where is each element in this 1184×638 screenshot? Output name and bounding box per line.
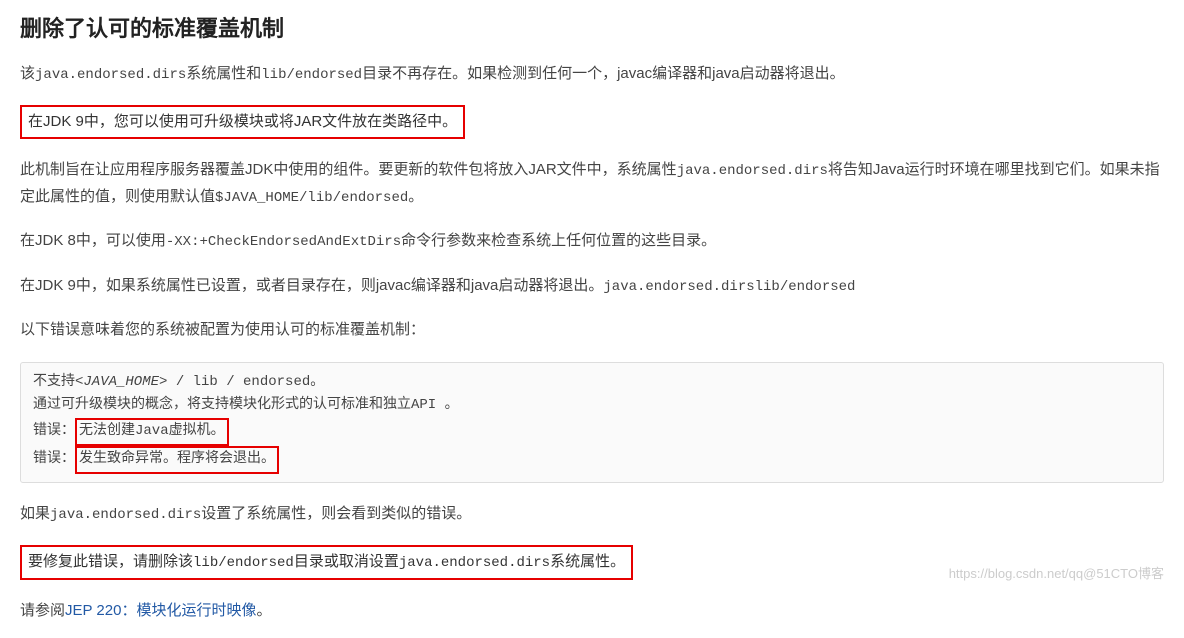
inline-code: java.endorsed.dirs (35, 67, 186, 83)
paragraph-5: 以下错误意味着您的系统被配置为使用认可的标准覆盖机制： (20, 317, 1164, 343)
inline-code: java.endorsed.dirslib/endorsed (603, 279, 855, 295)
section-heading: 删除了认可的标准覆盖机制 (20, 10, 1164, 49)
text: 。 (256, 602, 271, 619)
text: 该 (20, 65, 35, 82)
paragraph-7: 请参阅JEP 220：模块化运行时映像。 (20, 598, 1164, 624)
error-highlight: 发生致命异常。程序将会退出。 (75, 446, 279, 474)
text: 如果 (20, 505, 50, 522)
paragraph-1: 该java.endorsed.dirs系统属性和lib/endorsed目录不再… (20, 61, 1164, 88)
code-line: 不支持<JAVA_HOME> / lib / endorsed。 (33, 371, 1151, 395)
code-line: 通过可升级模块的概念，将支持模块化形式的认可标准和独立API 。 (33, 394, 1151, 418)
paragraph-6: 如果java.endorsed.dirs设置了系统属性，则会看到类似的错误。 (20, 501, 1164, 528)
inline-code: lib/endorsed (261, 67, 362, 83)
inline-code: java.endorsed.dirs (677, 163, 828, 179)
inline-code: java.endorsed.dirs (399, 555, 550, 571)
text: 错误： (33, 423, 75, 439)
text: 。 (408, 188, 423, 205)
text: 此机制旨在让应用程序服务器覆盖JDK中使用的组件。要更新的软件包将放入JAR文件… (20, 161, 677, 178)
text: 系统属性和 (186, 65, 261, 82)
inline-code: java.endorsed.dirs (50, 507, 201, 523)
code-italic: <JAVA_HOME> (75, 374, 167, 390)
watermark: https://blog.csdn.net/qq@51CTO博客 (949, 563, 1164, 586)
text: 不支持 (33, 374, 75, 390)
paragraph-3: 在JDK 8中，可以使用-XX:+CheckEndorsedAndExtDirs… (20, 228, 1164, 255)
inline-code: lib/endorsed (193, 555, 294, 571)
error-highlight: 无法创建Java虚拟机。 (75, 418, 229, 446)
text: / lib / endorsed。 (167, 374, 324, 390)
text: 设置了系统属性，则会看到类似的错误。 (201, 505, 471, 522)
text: 目录或取消设置 (294, 553, 399, 570)
highlight-box-2: 要修复此错误，请删除该lib/endorsed目录或取消设置java.endor… (20, 545, 633, 580)
paragraph-4: 在JDK 9中，如果系统属性已设置，或者目录存在，则javac编译器和java启… (20, 273, 1164, 300)
inline-code: $JAVA_HOME/lib/endorsed (215, 190, 408, 206)
paragraph-2: 此机制旨在让应用程序服务器覆盖JDK中使用的组件。要更新的软件包将放入JAR文件… (20, 157, 1164, 210)
highlight-box-1: 在JDK 9中，您可以使用可升级模块或将JAR文件放在类路径中。 (20, 105, 465, 139)
jep-link[interactable]: JEP 220：模块化运行时映像 (65, 602, 256, 619)
text: 在JDK 8中，可以使用 (20, 232, 166, 249)
text: 在JDK 9中，您可以使用可升级模块或将JAR文件放在类路径中。 (28, 113, 457, 130)
code-line: 错误：发生致命异常。程序将会退出。 (33, 446, 1151, 474)
text: 系统属性。 (550, 553, 625, 570)
text: 命令行参数来检查系统上任何位置的这些目录。 (401, 232, 716, 249)
text: 在JDK 9中，如果系统属性已设置，或者目录存在，则javac编译器和java启… (20, 277, 603, 294)
code-block: 不支持<JAVA_HOME> / lib / endorsed。 通过可升级模块… (20, 362, 1164, 483)
text: 请参阅 (20, 602, 65, 619)
code-line: 错误：无法创建Java虚拟机。 (33, 418, 1151, 446)
text: 要修复此错误，请删除该 (28, 553, 193, 570)
inline-code: -XX:+CheckEndorsedAndExtDirs (166, 234, 401, 250)
text: 错误： (33, 451, 75, 467)
text: 目录不再存在。如果检测到任何一个，javac编译器和java启动器将退出。 (362, 65, 845, 82)
